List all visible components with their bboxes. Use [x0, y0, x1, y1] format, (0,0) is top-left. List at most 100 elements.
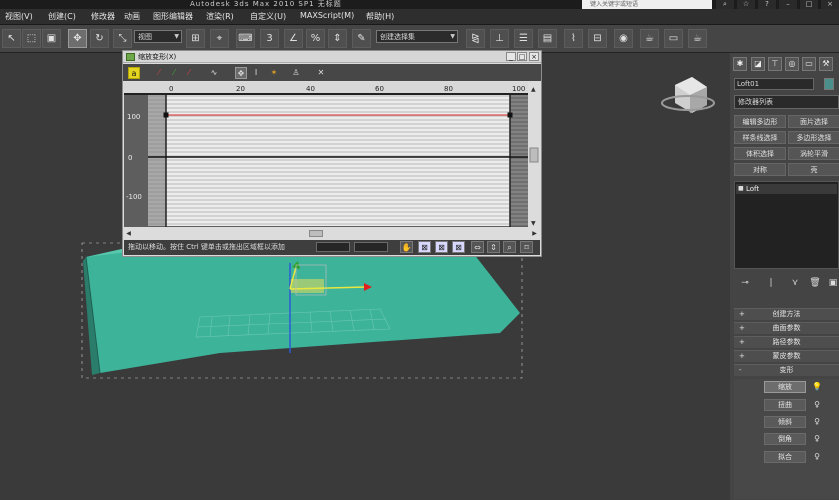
angle-snap-icon[interactable]: ∠: [284, 29, 303, 48]
menu-animation[interactable]: 动画: [124, 11, 140, 22]
rollout-creation-method[interactable]: + 创建方法: [734, 308, 839, 320]
scroll-right-icon[interactable]: ▶: [530, 229, 539, 238]
modifier-button-symmetry[interactable]: 对称: [734, 163, 786, 176]
object-name-field[interactable]: Loft01: [734, 78, 814, 90]
minimize-button[interactable]: –: [779, 0, 797, 9]
align-icon[interactable]: ⊥: [490, 29, 509, 48]
reference-coordinate-dropdown[interactable]: 视图: [134, 30, 182, 43]
object-color-swatch[interactable]: [824, 78, 834, 90]
zoom-icon[interactable]: ⌕: [503, 241, 516, 253]
display-tab-icon[interactable]: ▭: [802, 57, 816, 71]
menu-rendering[interactable]: 渲染(R): [206, 11, 234, 22]
control-point[interactable]: [163, 112, 169, 118]
show-end-result-icon[interactable]: ∣: [764, 276, 778, 290]
zoom-extents-icon[interactable]: ⊠: [418, 241, 431, 253]
dialog-title-bar[interactable]: 缩放变形(X): [123, 51, 541, 63]
mirror-icon[interactable]: ⧎: [466, 29, 485, 48]
reset-curve-icon[interactable]: ✕: [315, 67, 327, 79]
keyboard-shortcut-icon[interactable]: ⌨: [236, 29, 255, 48]
pin-stack-icon[interactable]: ⊸: [738, 276, 752, 290]
select-move-icon[interactable]: ✥: [68, 29, 87, 48]
deform-twist-button[interactable]: 扭曲: [764, 399, 806, 411]
modifier-button-turbosmooth[interactable]: 涡轮平滑: [788, 147, 839, 160]
curve-editor-icon[interactable]: ⌇: [564, 29, 583, 48]
edit-named-selection-icon[interactable]: ✎: [352, 29, 371, 48]
dialog-minimize-button[interactable]: _: [506, 52, 516, 61]
rollout-deformations[interactable]: - 变形: [734, 364, 839, 376]
configure-sets-icon[interactable]: ▣: [826, 276, 839, 290]
material-editor-icon[interactable]: ◉: [614, 29, 633, 48]
twist-toggle-bulb-icon[interactable]: ♀: [812, 400, 822, 410]
motion-tab-icon[interactable]: ◎: [785, 57, 799, 71]
close-button[interactable]: ×: [821, 0, 839, 9]
display-xy-axes-icon[interactable]: ⁄: [183, 67, 195, 79]
deform-scale-button[interactable]: 缩放: [764, 381, 806, 393]
select-manipulate-icon[interactable]: ⌖: [210, 29, 229, 48]
deform-teeter-button[interactable]: 倾斜: [764, 416, 806, 428]
remove-modifier-icon[interactable]: 🗑: [808, 276, 822, 290]
deformation-graph[interactable]: 0 20 40 60 80 100 100 0 -100 ▲ ▼: [124, 82, 540, 227]
insert-corner-point-icon[interactable]: ✶: [268, 67, 280, 79]
utilities-tab-icon[interactable]: ⚒: [819, 57, 833, 71]
percent-snap-icon[interactable]: %: [306, 29, 325, 48]
zoom-vertical-icon[interactable]: ⇕: [487, 241, 500, 253]
rollout-skin-parameters[interactable]: + 蒙皮参数: [734, 350, 839, 362]
modifier-button-poly-select[interactable]: 多边形选择: [788, 131, 839, 144]
dialog-close-button[interactable]: ×: [529, 52, 539, 61]
modifier-button-spline-select[interactable]: 样条线选择: [734, 131, 786, 144]
window-crossing-icon[interactable]: ▣: [42, 29, 61, 48]
binoculars-icon[interactable]: ⌕: [716, 0, 734, 9]
bevel-toggle-bulb-icon[interactable]: ♀: [812, 434, 822, 444]
horizontal-scrollbar-thumb[interactable]: [309, 230, 323, 237]
menu-graph-editors[interactable]: 图形编辑器: [153, 11, 193, 22]
modify-tab-icon[interactable]: ◪: [751, 57, 765, 71]
modifier-button-edit-poly[interactable]: 编辑多边形: [734, 115, 786, 128]
menu-help[interactable]: 帮助(H): [366, 11, 394, 22]
rendered-frame-window-icon[interactable]: ▭: [664, 29, 683, 48]
layer-manager-icon[interactable]: ☰: [514, 29, 533, 48]
render-setup-icon[interactable]: ☕: [640, 29, 659, 48]
select-rotate-icon[interactable]: ↻: [90, 29, 109, 48]
rect-region-icon[interactable]: ⬚: [22, 29, 41, 48]
swap-curves-icon[interactable]: ∿: [208, 67, 220, 79]
zoom-horizontal-icon[interactable]: ⇔: [471, 241, 484, 253]
make-unique-icon[interactable]: ⋎: [788, 276, 802, 290]
zoom-region-icon[interactable]: ⌑: [520, 241, 533, 253]
display-x-axis-icon[interactable]: ⁄: [153, 67, 165, 79]
scale-toggle-bulb-icon[interactable]: 💡: [812, 382, 822, 392]
render-production-icon[interactable]: ☕: [688, 29, 707, 48]
select-object-icon[interactable]: ↖: [2, 29, 21, 48]
menu-customize[interactable]: 自定义(U): [250, 11, 286, 22]
menu-maxscript[interactable]: MAXScript(M): [300, 11, 354, 20]
snaps-toggle-icon[interactable]: 3: [260, 29, 279, 48]
teeter-toggle-bulb-icon[interactable]: ♀: [812, 417, 822, 427]
horizontal-scrollbar[interactable]: ◀ ▶: [124, 228, 540, 239]
deform-bevel-button[interactable]: 倒角: [764, 433, 806, 445]
pan-icon[interactable]: ✋: [400, 241, 413, 253]
modifier-list-dropdown[interactable]: 修改器列表: [734, 95, 839, 109]
named-selection-set-dropdown[interactable]: 创建选择集: [376, 30, 458, 43]
pivot-center-icon[interactable]: ⊞: [186, 29, 205, 48]
stack-item-loft[interactable]: Loft: [736, 184, 837, 194]
graphite-toggle-icon[interactable]: ▤: [538, 29, 557, 48]
vertical-scrollbar-thumb[interactable]: [529, 147, 539, 163]
make-symmetrical-icon[interactable]: a: [128, 67, 140, 79]
fit-toggle-bulb-icon[interactable]: ♀: [812, 452, 822, 462]
hierarchy-tab-icon[interactable]: ⊤: [768, 57, 782, 71]
display-y-axis-icon[interactable]: ⁄: [168, 67, 180, 79]
spinner-snap-icon[interactable]: ⇕: [328, 29, 347, 48]
help-icon[interactable]: ?: [758, 0, 776, 9]
scale-control-point-icon[interactable]: I: [250, 67, 262, 79]
modifier-button-vol-select[interactable]: 体积选择: [734, 147, 786, 160]
rollout-surface-parameters[interactable]: + 曲面参数: [734, 322, 839, 334]
schematic-view-icon[interactable]: ⊟: [588, 29, 607, 48]
menu-view[interactable]: 视图(V): [5, 11, 33, 22]
scroll-left-icon[interactable]: ◀: [124, 229, 133, 238]
point-x-field[interactable]: [316, 242, 350, 252]
rollout-path-parameters[interactable]: + 路径参数: [734, 336, 839, 348]
menu-create[interactable]: 创建(C): [48, 11, 76, 22]
menu-modifiers[interactable]: 修改器: [91, 11, 115, 22]
dialog-maximize-button[interactable]: □: [517, 52, 527, 61]
maximize-button[interactable]: □: [800, 0, 818, 9]
zoom-horizontal-extents-icon[interactable]: ⊠: [435, 241, 448, 253]
